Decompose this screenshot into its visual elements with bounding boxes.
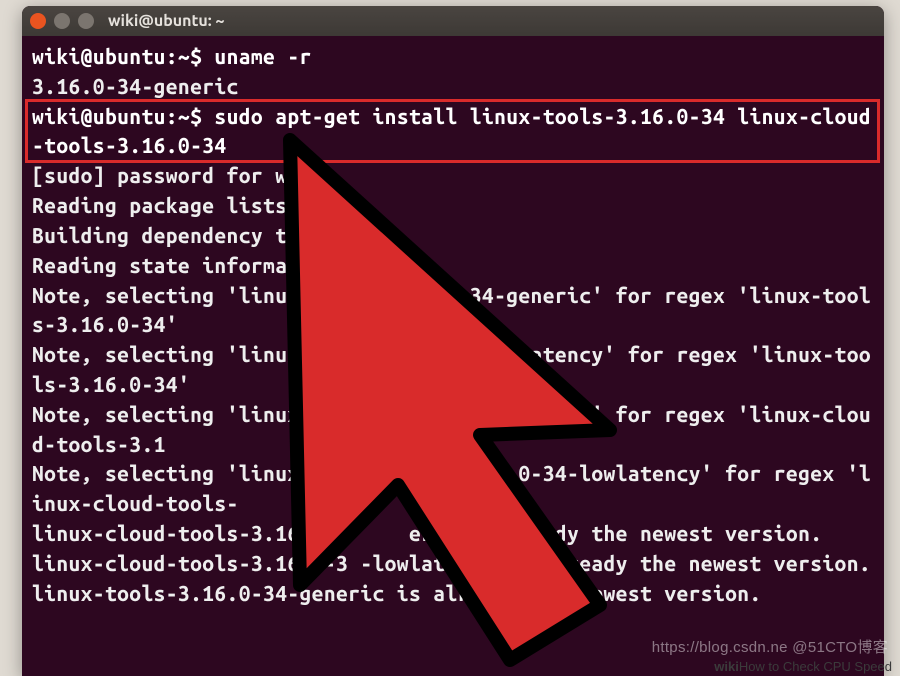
maximize-icon[interactable] (78, 13, 94, 29)
prompt: wiki@ubuntu:~$ (32, 44, 202, 68)
cmd-uname: uname -r (214, 44, 311, 68)
output-line: 3.16.0-34-generic (32, 74, 239, 98)
window-title: wiki@ubuntu: ~ (108, 12, 225, 30)
output-line: Note, selecting 'linux-cl 5.0-34-lowlate… (32, 461, 871, 515)
watermark: https://blog.csdn.ne @51CTO博客 (652, 636, 888, 657)
terminal-body[interactable]: wiki@ubuntu:~$ uname -r 3.16.0-34-generi… (22, 36, 884, 618)
output-line: Note, selecting 'linux-to 34-generic' fo… (32, 283, 871, 337)
output-line: [sudo] password for wiki: (32, 163, 336, 187)
caption: wikiHow to Check CPU Speed (714, 659, 892, 674)
output-line: linux-cloud-tools-3.16.0- eri lready the… (32, 521, 822, 545)
prompt: wiki@ubuntu:~$ (32, 104, 202, 128)
output-line: linux-cloud-tools-3.16.0-3 -lowlaten alr… (32, 551, 871, 575)
terminal-window: wiki@ubuntu: ~ wiki@ubuntu:~$ uname -r 3… (22, 6, 884, 676)
output-line: Note, selecting 'linux-cl eneric' for re… (32, 402, 871, 456)
minimize-icon[interactable] (54, 13, 70, 29)
caption-prefix: wiki (714, 659, 739, 674)
caption-text: How to Check CPU Speed (739, 659, 892, 674)
output-line: Note, selecting 'linux-to wlatency' for … (32, 342, 871, 396)
close-icon[interactable] (30, 13, 46, 29)
output-line: linux-tools-3.16.0-34-generic is alrea h… (32, 581, 762, 605)
titlebar[interactable]: wiki@ubuntu: ~ (22, 6, 884, 36)
output-line: Building dependency tree (32, 223, 324, 247)
output-line: Reading state information (32, 253, 336, 277)
output-line: Reading package lists... (32, 193, 336, 217)
